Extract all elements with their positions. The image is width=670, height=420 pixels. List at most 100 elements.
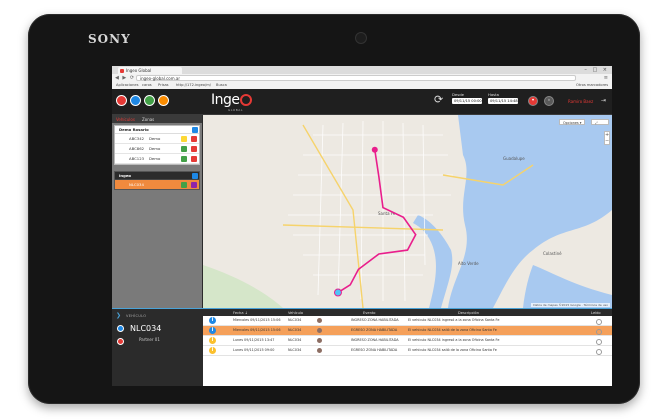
event-evento: EGRESO ZONA HABILITADA: [351, 328, 398, 332]
event-vehiculo: NLC034: [288, 348, 302, 352]
event-read-checkbox[interactable]: [596, 348, 602, 355]
browser-tab[interactable]: Ingeo Global: [118, 67, 182, 74]
tab-zonas[interactable]: Zonas: [142, 117, 154, 122]
username[interactable]: Ramiro Baez: [568, 99, 593, 104]
vehicle-action-icon[interactable]: [191, 145, 197, 152]
logout-icon[interactable]: ⇥: [601, 97, 606, 104]
vehicle-status-icon: [181, 135, 187, 142]
map-label: Alto Verde: [458, 261, 479, 266]
tab-vehiculos[interactable]: Vehículos: [116, 117, 135, 122]
vehicle-id: ABC123: [129, 156, 145, 161]
event-fecha: Miercoles 09/11/2015 15:06: [233, 318, 281, 322]
event-badge-icon: [317, 318, 322, 323]
refresh-icon[interactable]: ⟳: [434, 94, 443, 106]
tablet-device: SONY Ingeo Global – □ × ◀ ▶ ⟳ ingeo-glob…: [28, 14, 640, 404]
event-read-checkbox[interactable]: [596, 328, 602, 335]
vehicle-group-ingeo: Ingeo NLC034: [114, 171, 200, 190]
sidebar-tabs: Vehículos Zonas: [112, 115, 202, 123]
screen: Ingeo Global – □ × ◀ ▶ ⟳ ingeo-global.co…: [112, 66, 612, 386]
map-attribution: Datos de mapas ©2015 Google · Términos d…: [531, 303, 610, 307]
address-bar[interactable]: ingeo-global.com.ar: [136, 75, 576, 81]
event-evento: EGRESO ZONA HABILITADA: [351, 348, 398, 352]
event-row[interactable]: i Lunes 09/11/2015 09:00 NLC034 EGRESO ZONA…: [203, 346, 612, 356]
device-brand: SONY: [88, 32, 131, 46]
event-evento: INGRESO ZONA HABILITADA: [351, 318, 399, 322]
route-end-marker-icon[interactable]: [333, 288, 342, 297]
hasta-label: Hasta: [488, 92, 499, 97]
event-badge-icon: [317, 338, 322, 343]
group-title-text: Ingeo: [119, 173, 132, 178]
alert-button[interactable]: •: [528, 96, 538, 106]
vehicle-status-icon: [181, 145, 187, 152]
zoom-out-button[interactable]: −: [605, 138, 609, 144]
vehicle-row[interactable]: ABC123 Demo: [115, 154, 199, 164]
map-label: Colastiné: [543, 251, 562, 256]
vehicle-id: NLC034: [129, 182, 144, 187]
vehicle-name: Demo: [149, 156, 161, 161]
event-type-icon: i: [209, 317, 216, 324]
vehicle-subtitle: Partner 01: [139, 337, 160, 342]
browser-tabbar: Ingeo Global – □ ×: [112, 66, 612, 74]
vehicle-id: ABC342: [129, 136, 145, 141]
collapse-chevron-icon[interactable]: ❯: [116, 312, 121, 319]
hasta-input[interactable]: 09/11/15 14:48: [488, 98, 518, 104]
header-circle-red-icon[interactable]: [116, 95, 127, 106]
header-circle-blue-icon[interactable]: [130, 95, 141, 106]
map-view[interactable]: Santa Fe Guadalupe Alto Verde Colastiné …: [203, 115, 612, 308]
browser-menu-icon[interactable]: ≡: [604, 75, 608, 81]
bookmark-other[interactable]: Otros marcadores: [576, 82, 608, 89]
search-button[interactable]: ◦: [544, 96, 554, 106]
event-evento: INGRESO ZONA HABILITADA: [351, 338, 399, 342]
header-circle-green-icon[interactable]: [144, 95, 155, 106]
event-read-checkbox[interactable]: [596, 338, 602, 345]
bookmark-apps[interactable]: Aplicaciones: [116, 82, 138, 89]
map-type-control[interactable]: Opciones ▾: [559, 119, 586, 125]
event-row[interactable]: i Miercoles 09/11/2015 15:06 NLC034 INGRESO…: [203, 316, 612, 326]
vehicle-info-icon[interactable]: [117, 325, 124, 332]
group-menu-icon[interactable]: [192, 126, 198, 133]
bookmark-item[interactable]: Prisas: [158, 82, 169, 89]
event-row[interactable]: i Miercoles 09/11/2015 15:06 NLC034 EGRESO …: [203, 326, 612, 336]
event-type-icon: i: [209, 327, 216, 334]
window-controls[interactable]: – □ ×: [584, 67, 609, 73]
vehicle-action-icon[interactable]: [191, 135, 197, 142]
browser-tab-title: Ingeo Global: [126, 68, 152, 73]
route-start-marker-icon[interactable]: [371, 146, 378, 153]
event-type-icon: i: [209, 337, 216, 344]
event-read-checkbox[interactable]: [596, 318, 602, 325]
map-zoom-control[interactable]: + −: [604, 131, 610, 145]
events-table: Fecha ↓ Vehículo Evento Descripción Leíd…: [203, 310, 612, 386]
vehicle-status-icon: [181, 155, 187, 162]
vehicle-row[interactable]: ABC342 Demo: [115, 134, 199, 144]
header-circle-orange-icon[interactable]: [158, 95, 169, 106]
group-menu-icon[interactable]: [192, 172, 198, 179]
vehicle-row-selected[interactable]: NLC034: [115, 180, 199, 189]
vehicle-action-icon[interactable]: [191, 155, 197, 162]
vehicle-group-demo-rosario: Demo Rosario ABC342 Demo ABC862 Demo ABC…: [114, 125, 200, 165]
vehicle-action-icon[interactable]: [191, 181, 197, 188]
bookmark-item[interactable]: Busca: [216, 82, 227, 89]
group-title[interactable]: Demo Rosario: [115, 126, 199, 134]
bookmark-item[interactable]: caros: [142, 82, 152, 89]
river-delta-shape: [523, 265, 612, 308]
event-row[interactable]: i Lunes 09/11/2015 13:47 NLC034 INGRESO ZON…: [203, 336, 612, 346]
vehicle-id: ABC862: [129, 146, 145, 151]
group-title-text: Demo Rosario: [119, 127, 149, 132]
logo-subtitle: GLOBAL: [228, 108, 244, 112]
map-fullscreen-button[interactable]: ⤢: [591, 119, 609, 125]
group-title[interactable]: Ingeo: [115, 172, 199, 180]
street-grid: [288, 120, 453, 302]
desde-input[interactable]: 09/11/15 00:00: [452, 98, 482, 104]
vehicle-alert-icon[interactable]: [117, 338, 124, 345]
event-descripcion: El vehículo NLC034 salió de la zona Ofic…: [408, 348, 497, 352]
event-type-icon: i: [209, 347, 216, 354]
vehicle-row[interactable]: ABC862 Demo: [115, 144, 199, 154]
green-area-shape: [203, 265, 283, 308]
bookmark-item[interactable]: http://172.ingeo/m/: [176, 82, 211, 89]
vehicle-name: Demo: [149, 136, 161, 141]
ingeo-app: Inge GLOBAL ⟳ Desde 09/11/15 00:00 Hasta…: [112, 89, 612, 386]
map-canvas[interactable]: Santa Fe Guadalupe Alto Verde Colastiné: [203, 115, 612, 308]
event-badge-icon: [317, 348, 322, 353]
event-vehiculo: NLC034: [288, 328, 302, 332]
browser-nav-buttons[interactable]: ◀ ▶ ⟳: [115, 75, 135, 81]
